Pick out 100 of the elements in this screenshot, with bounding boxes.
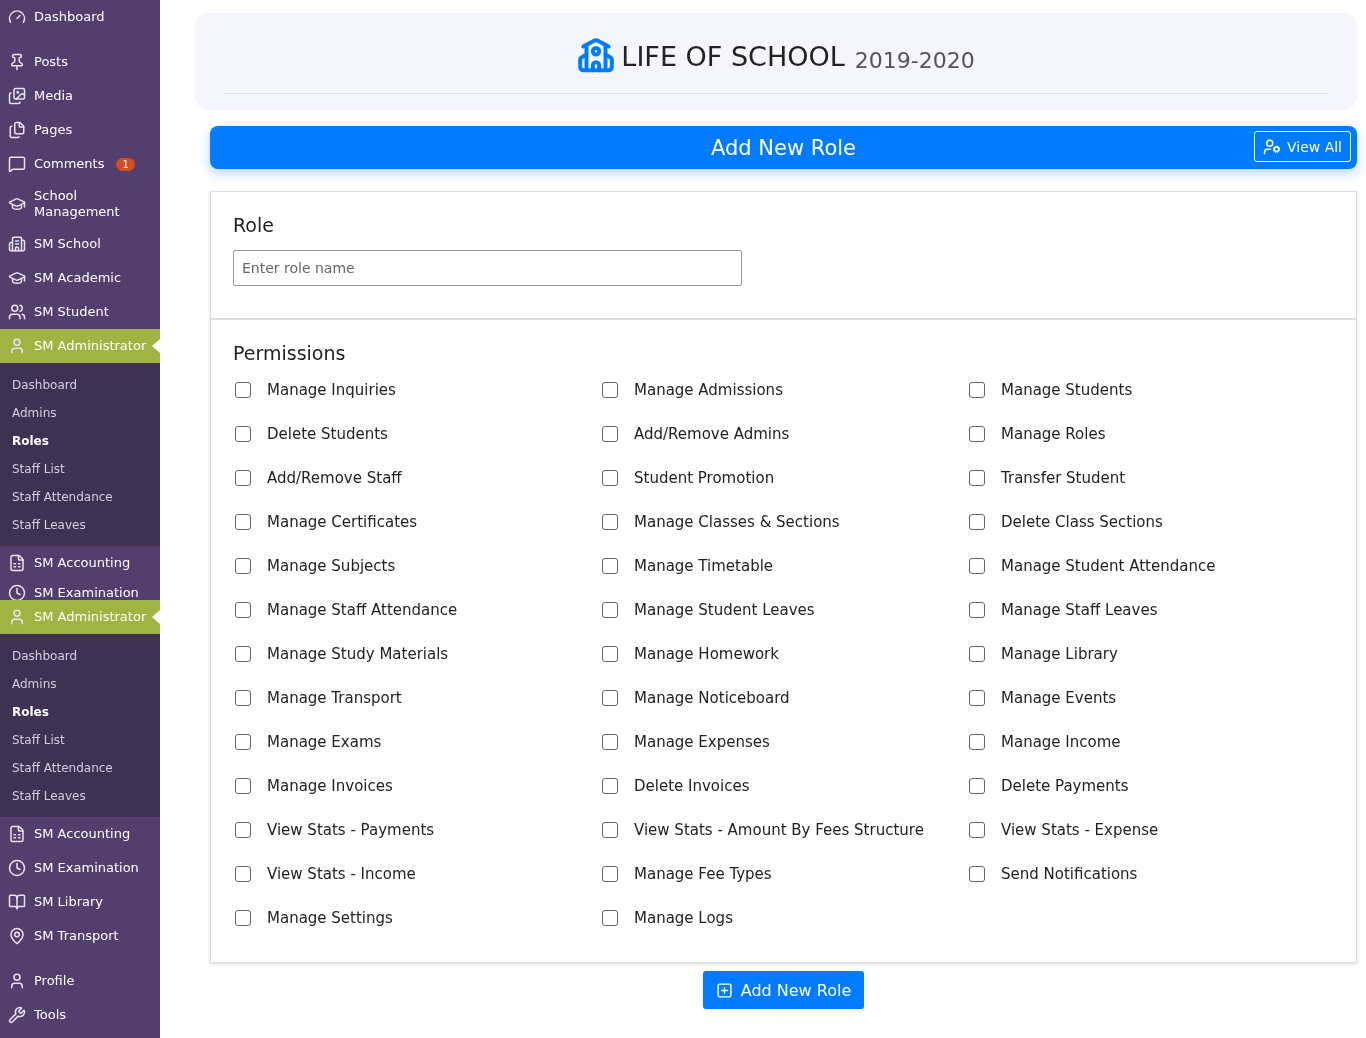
- checkbox[interactable]: [235, 734, 251, 750]
- submenu-item[interactable]: Staff List: [0, 455, 160, 483]
- permission-label: Manage Student Leaves: [634, 601, 815, 619]
- checkbox[interactable]: [235, 822, 251, 838]
- checkbox[interactable]: [602, 602, 618, 618]
- permission-label: Manage Inquiries: [267, 381, 396, 399]
- sidebar-item[interactable]: SM Examination: [0, 580, 160, 600]
- checkbox[interactable]: [602, 382, 618, 398]
- checkbox[interactable]: [602, 866, 618, 882]
- permission-label: Manage Classes & Sections: [634, 513, 840, 531]
- permission-label: Manage Library: [1001, 645, 1118, 663]
- permission-label: Delete Payments: [1001, 777, 1129, 795]
- checkbox[interactable]: [602, 910, 618, 926]
- sidebar-item[interactable]: SM School: [0, 227, 160, 261]
- checkbox[interactable]: [969, 646, 985, 662]
- checkbox[interactable]: [969, 514, 985, 530]
- permission-label: Manage Income: [1001, 733, 1121, 751]
- sidebar-item[interactable]: Comments 1: [0, 147, 160, 181]
- permission-label: View Stats - Amount By Fees Structure: [634, 821, 924, 839]
- submenu-item[interactable]: Staff Leaves: [0, 782, 160, 810]
- submenu-item[interactable]: Dashboard: [0, 371, 160, 399]
- sidebar-item[interactable]: SM Transport: [0, 919, 160, 953]
- submenu-item[interactable]: Staff Attendance: [0, 754, 160, 782]
- view-all-button[interactable]: View All: [1253, 131, 1351, 162]
- permission-label: Delete Students: [267, 425, 388, 443]
- permission-label: Manage Exams: [267, 733, 382, 751]
- checkbox[interactable]: [602, 426, 618, 442]
- permission-label: Delete Class Sections: [1001, 513, 1163, 531]
- checkbox[interactable]: [235, 690, 251, 706]
- checkbox[interactable]: [969, 426, 985, 442]
- sidebar-item[interactable]: Media: [0, 79, 160, 113]
- sidebar-item[interactable]: SM Student: [0, 295, 160, 329]
- permission-label: Manage Transport: [267, 689, 402, 707]
- checkbox[interactable]: [602, 690, 618, 706]
- permission-label: Manage Settings: [267, 909, 393, 927]
- checkbox[interactable]: [969, 470, 985, 486]
- sidebar-item[interactable]: School Management: [0, 181, 160, 227]
- permission-label: Manage Staff Attendance: [267, 601, 458, 619]
- role-name-field[interactable]: Enter role name: [233, 250, 742, 286]
- checkbox[interactable]: [235, 514, 251, 530]
- checkbox[interactable]: [235, 426, 251, 442]
- checkbox[interactable]: [969, 734, 985, 750]
- pointer-icon: [152, 339, 160, 353]
- checkbox[interactable]: [235, 910, 251, 926]
- permission-label: Add/Remove Staff: [267, 469, 402, 487]
- submenu-item[interactable]: Staff Leaves: [0, 511, 160, 539]
- checkbox[interactable]: [602, 470, 618, 486]
- checkbox[interactable]: [235, 602, 251, 618]
- checkbox[interactable]: [602, 646, 618, 662]
- submenu-item[interactable]: Staff Attendance: [0, 483, 160, 511]
- permission-label: Manage Admissions: [634, 381, 783, 399]
- checkbox[interactable]: [602, 778, 618, 794]
- checkbox[interactable]: [235, 778, 251, 794]
- checkbox[interactable]: [969, 382, 985, 398]
- checkbox[interactable]: [602, 514, 618, 530]
- submenu-item[interactable]: Dashboard: [0, 642, 160, 670]
- checkbox[interactable]: [969, 866, 985, 882]
- count-badge: 1: [116, 157, 135, 171]
- sidebar-item[interactable]: SM Accounting: [0, 546, 160, 580]
- checkbox[interactable]: [969, 822, 985, 838]
- section-heading: Permissions: [233, 342, 347, 364]
- checkbox[interactable]: [602, 734, 618, 750]
- sidebar-item[interactable]: SM Academic: [0, 261, 160, 295]
- checkbox[interactable]: [969, 602, 985, 618]
- checkbox[interactable]: [602, 558, 618, 574]
- checkbox[interactable]: [235, 866, 251, 882]
- permission-label: Manage Logs: [634, 909, 733, 927]
- permission-label: Manage Expenses: [634, 733, 770, 751]
- checkbox[interactable]: [235, 470, 251, 486]
- checkbox[interactable]: [235, 382, 251, 398]
- permission-label: Add/Remove Admins: [634, 425, 790, 443]
- checkbox[interactable]: [969, 778, 985, 794]
- sidebar-item[interactable]: SM Accounting: [0, 817, 160, 851]
- sidebar-item[interactable]: Profile: [0, 964, 160, 998]
- add-role-button[interactable]: Add New Role: [702, 971, 865, 1009]
- sidebar-item[interactable]: SM Examination: [0, 851, 160, 885]
- sidebar-item[interactable]: Tools: [0, 998, 160, 1032]
- sidebar-item[interactable]: SM Library: [0, 885, 160, 919]
- checkbox[interactable]: [969, 690, 985, 706]
- building-icon: [8, 235, 26, 253]
- page-title: Add New Role: [710, 135, 857, 160]
- sidebar-item[interactable]: Pages: [0, 113, 160, 147]
- submenu-item[interactable]: Admins: [0, 670, 160, 698]
- checkbox[interactable]: [602, 822, 618, 838]
- permission-label: Manage Certificates: [267, 513, 418, 531]
- school-icon: [577, 37, 616, 75]
- checkbox[interactable]: [969, 558, 985, 574]
- sidebar-item[interactable]: Posts: [0, 45, 160, 79]
- submenu-item[interactable]: Staff List: [0, 726, 160, 754]
- book-icon: [8, 893, 26, 911]
- submenu-item[interactable]: Admins: [0, 399, 160, 427]
- sidebar-item[interactable]: Dashboard: [0, 0, 160, 34]
- permission-label: Delete Invoices: [634, 777, 750, 795]
- permission-label: Manage Homework: [634, 645, 779, 663]
- checkbox[interactable]: [235, 558, 251, 574]
- submenu-item[interactable]: Roles: [0, 427, 160, 455]
- submenu-item[interactable]: Roles: [0, 698, 160, 726]
- plus-icon: [715, 981, 733, 999]
- pages-icon: [8, 121, 26, 139]
- checkbox[interactable]: [235, 646, 251, 662]
